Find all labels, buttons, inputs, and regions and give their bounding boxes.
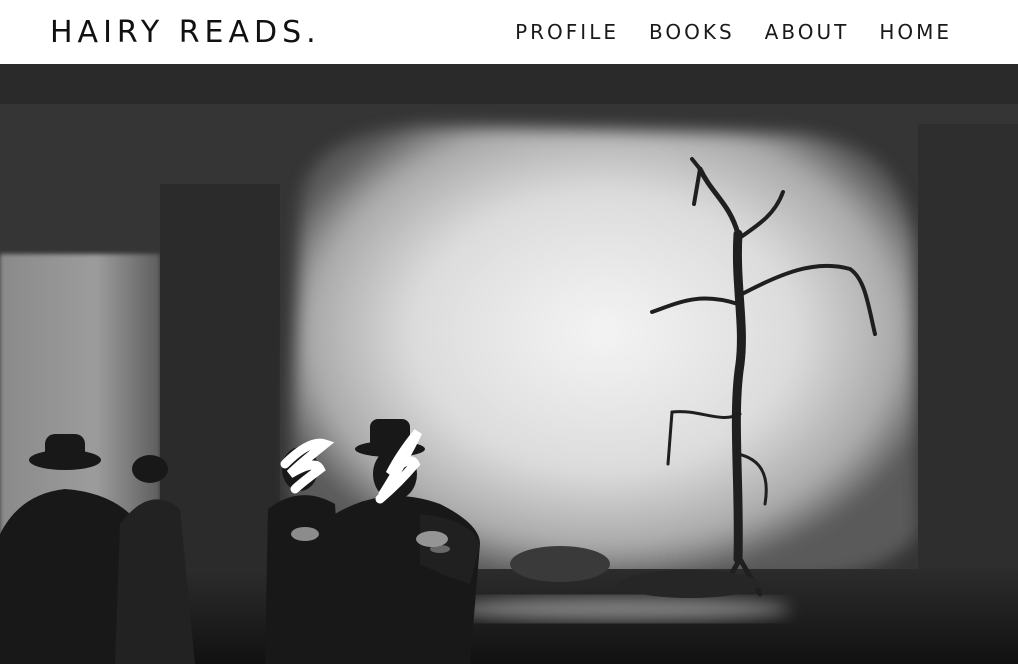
nav-profile[interactable]: PROFILE bbox=[515, 20, 619, 44]
nav-books[interactable]: BOOKS bbox=[649, 20, 735, 44]
nav-about[interactable]: ABOUT bbox=[765, 20, 850, 44]
stage-photo bbox=[0, 64, 1018, 664]
hero-image bbox=[0, 64, 1018, 664]
site-logo[interactable]: HAIRY READS. bbox=[50, 15, 321, 50]
site-header: HAIRY READS. PROFILE BOOKS ABOUT HOME bbox=[0, 0, 1018, 64]
main-nav: PROFILE BOOKS ABOUT HOME bbox=[515, 20, 952, 44]
nav-home[interactable]: HOME bbox=[879, 20, 952, 44]
page: HAIRY READS. PROFILE BOOKS ABOUT HOME bbox=[0, 0, 1018, 664]
